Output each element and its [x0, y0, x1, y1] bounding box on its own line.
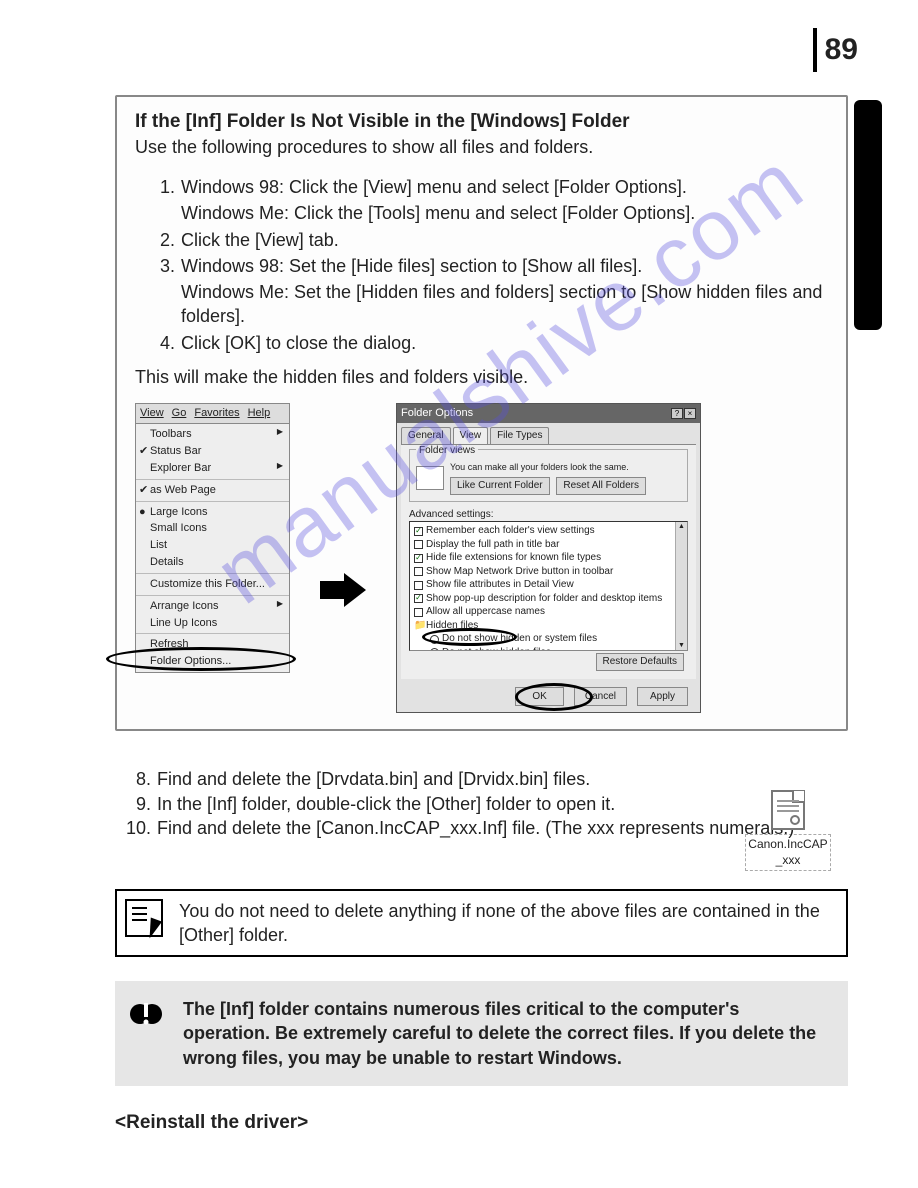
checkbox-icon[interactable] [414, 540, 423, 549]
checkbox-icon[interactable] [414, 567, 423, 576]
menu-item[interactable]: Small Icons [136, 520, 289, 537]
tab-file-types[interactable]: File Types [490, 427, 549, 444]
reinstall-heading: <Reinstall the driver> [115, 1110, 848, 1136]
step-text: Find and delete the [Drvdata.bin] and [D… [157, 767, 590, 791]
restore-defaults-button[interactable]: Restore Defaults [596, 653, 684, 671]
scrollbar[interactable] [675, 522, 687, 650]
note-icon [125, 899, 165, 937]
menu-item[interactable]: Refresh [136, 636, 289, 653]
menu-item[interactable]: ●Large Icons [136, 504, 289, 521]
dialog-tabs: General View File Types [397, 423, 700, 444]
note-text: You do not need to delete anything if no… [179, 899, 832, 948]
step-cont: Windows Me: Click the [Tools] menu and s… [153, 201, 828, 225]
like-current-folder-button[interactable]: Like Current Folder [450, 477, 550, 495]
checkbox-icon[interactable]: ✓ [414, 554, 423, 563]
menubar-item[interactable]: Favorites [194, 406, 239, 421]
step-num: 1. [153, 175, 175, 199]
menu-item-folder-options[interactable]: Folder Options... [136, 653, 289, 670]
step-cont: Windows Me: Set the [Hidden files and fo… [153, 280, 828, 329]
continuation-steps: 8.Find and delete the [Drvdata.bin] and … [115, 767, 848, 870]
step-num: 9. [115, 792, 151, 816]
cancel-button[interactable]: Cancel [574, 687, 627, 707]
warning-icon [129, 997, 169, 1031]
warning-box: The [Inf] folder contains numerous files… [115, 981, 848, 1086]
view-menu-screenshot: View Go Favorites Help Toolbars▶ ✔Status… [135, 403, 290, 673]
menu-item[interactable]: Details [136, 554, 289, 571]
panel-summary: This will make the hidden files and fold… [135, 365, 828, 389]
checkbox-icon[interactable]: ✓ [414, 527, 423, 536]
menu-item[interactable]: Toolbars▶ [136, 426, 289, 443]
menubar-item[interactable]: Go [172, 406, 187, 421]
panel-subtitle: Use the following procedures to show all… [135, 135, 828, 159]
arrow-icon [320, 503, 366, 613]
info-panel: If the [Inf] Folder Is Not Visible in th… [115, 95, 848, 731]
step-text: Click [OK] to close the dialog. [181, 331, 416, 355]
step-text: Find and delete the [Canon.IncCAP_xxx.In… [157, 816, 794, 840]
menu-item[interactable]: ✔as Web Page [136, 482, 289, 499]
checkbox-icon[interactable]: ✓ [414, 594, 423, 603]
figure-area: View Go Favorites Help Toolbars▶ ✔Status… [135, 403, 828, 713]
step-text: Windows 98: Click the [View] menu and se… [181, 175, 687, 199]
inf-file-icon [771, 790, 805, 830]
menu-item[interactable]: ✔Status Bar [136, 443, 289, 460]
tab-general[interactable]: General [401, 427, 451, 444]
menu-item[interactable]: Customize this Folder... [136, 576, 289, 593]
apply-button[interactable]: Apply [637, 687, 688, 707]
folder-icon [416, 466, 444, 490]
menubar-item[interactable]: Help [248, 406, 271, 421]
radio-icon[interactable] [430, 648, 439, 651]
titlebar-buttons: ?× [670, 406, 696, 421]
note-box: You do not need to delete anything if no… [115, 889, 848, 958]
folder-options-dialog: Folder Options ?× General View File Type… [396, 403, 701, 713]
fieldset-label: Folder views [416, 445, 478, 456]
panel-title: If the [Inf] Folder Is Not Visible in th… [135, 109, 828, 135]
radio-icon[interactable] [430, 635, 439, 644]
step-num: 3. [153, 254, 175, 278]
step-num: 2. [153, 228, 175, 252]
step-text: Windows 98: Set the [Hide files] section… [181, 254, 642, 278]
ok-button[interactable]: OK [515, 687, 563, 707]
step-text: Click the [View] tab. [181, 228, 339, 252]
reset-all-folders-button[interactable]: Reset All Folders [556, 477, 646, 495]
menu-item[interactable]: Explorer Bar▶ [136, 460, 289, 477]
side-tab-marker [854, 100, 882, 330]
menu-item[interactable]: List [136, 537, 289, 554]
checkbox-icon[interactable] [414, 608, 423, 617]
help-icon[interactable]: ? [671, 408, 683, 419]
warning-text: The [Inf] folder contains numerous files… [183, 997, 826, 1070]
step-num: 4. [153, 331, 175, 355]
step-num: 8. [115, 767, 151, 791]
step-num: 10. [115, 816, 151, 840]
checkbox-icon[interactable] [414, 581, 423, 590]
page-number: 89 [813, 28, 858, 72]
step-text: In the [Inf] folder, double-click the [O… [157, 792, 615, 816]
dialog-titlebar: Folder Options ?× [397, 404, 700, 423]
menubar-item[interactable]: View [140, 406, 164, 421]
dialog-title: Folder Options [401, 406, 473, 421]
advanced-settings-list[interactable]: ✓Remember each folder's view settings Di… [409, 521, 688, 651]
folder-views-fieldset: Folder views You can make all your folde… [409, 449, 688, 502]
menu-item[interactable]: Arrange Icons▶ [136, 598, 289, 615]
advanced-settings-label: Advanced settings: [409, 508, 688, 522]
menu-item[interactable]: Line Up Icons [136, 615, 289, 632]
close-icon[interactable]: × [684, 408, 696, 419]
folder-views-text: You can make all your folders look the s… [450, 461, 681, 473]
folder-icon: 📁 [414, 619, 423, 633]
panel-steps: 1.Windows 98: Click the [View] menu and … [135, 175, 828, 355]
menubar: View Go Favorites Help [136, 404, 289, 424]
tab-view[interactable]: View [453, 427, 489, 444]
